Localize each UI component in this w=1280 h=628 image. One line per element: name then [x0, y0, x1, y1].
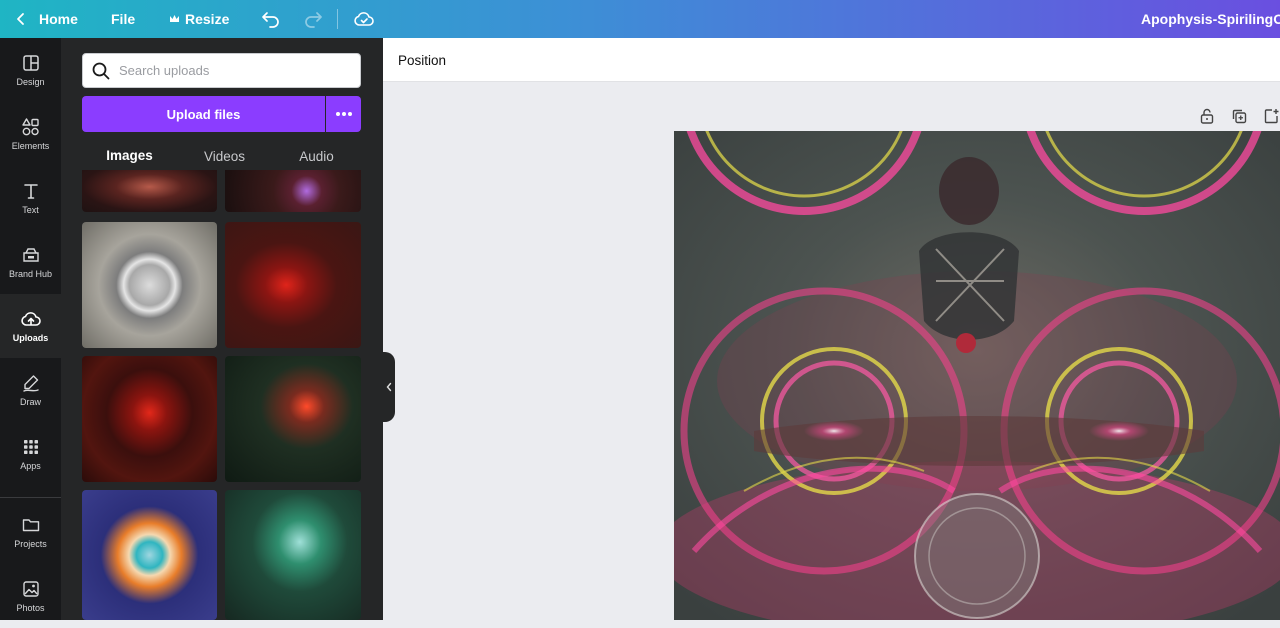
- rail-item-projects[interactable]: Projects: [0, 500, 61, 564]
- chevron-left-icon: [17, 13, 24, 25]
- position-label: Position: [398, 52, 447, 68]
- upload-thumbnail[interactable]: [225, 490, 361, 620]
- image-icon: [22, 581, 39, 597]
- brand-icon: [22, 248, 39, 262]
- left-nav-rail: Design Elements Text Brand Hub Uploads D…: [0, 38, 61, 620]
- upload-thumbnail[interactable]: [225, 170, 361, 212]
- unlock-icon: [1200, 108, 1214, 124]
- upload-files-button[interactable]: Upload files: [82, 96, 325, 132]
- rail-label-draw: Draw: [19, 397, 41, 407]
- duplicate-icon: [1232, 109, 1247, 124]
- rail-item-brand-hub[interactable]: Brand Hub: [0, 230, 61, 294]
- add-page-button[interactable]: [1262, 107, 1280, 125]
- rail-label-design: Design: [16, 77, 45, 87]
- uploads-panel: Upload files Images Videos Audio: [61, 38, 383, 620]
- save-status-button[interactable]: [353, 8, 375, 30]
- rail-label-photos: Photos: [16, 603, 45, 613]
- rail-item-design[interactable]: Design: [0, 38, 61, 102]
- rail-item-elements[interactable]: Elements: [0, 102, 61, 166]
- file-menu-button[interactable]: File: [111, 0, 135, 38]
- rail-label-apps: Apps: [20, 461, 41, 471]
- rail-label-uploads: Uploads: [12, 333, 49, 343]
- top-bar: Home File Resize Apophysis-SpirilingOut: [0, 0, 1280, 38]
- apps-grid-icon: [23, 440, 38, 454]
- add-page-icon: [1264, 109, 1279, 124]
- rail-item-text[interactable]: Text: [0, 166, 61, 230]
- collapse-panel-handle[interactable]: [383, 352, 395, 422]
- rail-label-projects: Projects: [14, 539, 47, 549]
- text-icon: [23, 184, 38, 199]
- home-label: Home: [39, 11, 78, 27]
- undo-icon: [262, 12, 279, 28]
- rail-label-elements: Elements: [11, 141, 50, 151]
- file-label: File: [111, 11, 136, 27]
- lock-page-button[interactable]: [1198, 107, 1216, 125]
- redo-icon: [305, 12, 322, 28]
- topbar-divider: [337, 9, 338, 29]
- upload-thumbnail[interactable]: [225, 222, 361, 348]
- rail-divider: [0, 497, 61, 498]
- media-tabs: Images Videos Audio: [82, 140, 361, 172]
- search-input[interactable]: [119, 63, 349, 78]
- document-title[interactable]: Apophysis-SpirilingOut: [1141, 0, 1280, 38]
- upload-thumbnail[interactable]: [82, 222, 217, 348]
- more-upload-options-button[interactable]: [326, 96, 361, 132]
- uploads-grid: [82, 170, 361, 620]
- rail-item-apps[interactable]: Apps: [0, 422, 61, 486]
- shapes-icon: [21, 118, 39, 136]
- rail-item-photos[interactable]: Photos: [0, 564, 61, 628]
- upload-files-label: Upload files: [166, 106, 241, 122]
- upload-thumbnail[interactable]: [82, 170, 217, 212]
- search-icon: [92, 62, 110, 79]
- undo-button[interactable]: [261, 9, 281, 29]
- layout-icon: [22, 55, 39, 71]
- upload-thumbnail[interactable]: [82, 356, 217, 482]
- more-horizontal-icon: [335, 112, 352, 116]
- tab-images[interactable]: Images: [82, 140, 177, 172]
- tab-videos-label: Videos: [203, 148, 246, 164]
- chevron-left-icon: [386, 382, 392, 392]
- folder-icon: [22, 519, 39, 532]
- resize-button[interactable]: Resize: [169, 0, 229, 38]
- duplicate-page-button[interactable]: [1230, 107, 1248, 125]
- tab-images-label: Images: [106, 147, 153, 163]
- pen-icon: [22, 375, 39, 392]
- search-box[interactable]: [82, 53, 361, 88]
- upload-thumbnail[interactable]: [82, 490, 217, 620]
- design-canvas[interactable]: [674, 131, 1280, 620]
- rail-label-text: Text: [22, 205, 39, 215]
- cloud-upload-icon: [20, 312, 41, 326]
- resize-label: Resize: [185, 11, 230, 27]
- cloud-saved-icon: [354, 12, 374, 26]
- redo-button[interactable]: [303, 9, 323, 29]
- rail-item-draw[interactable]: Draw: [0, 358, 61, 422]
- upload-thumbnail[interactable]: [225, 356, 361, 482]
- rail-item-uploads[interactable]: Uploads: [0, 294, 61, 358]
- tab-audio[interactable]: Audio: [272, 140, 361, 172]
- home-button[interactable]: Home: [14, 0, 78, 38]
- rail-label-brand-hub: Brand Hub: [8, 269, 53, 279]
- fractal-artwork: [674, 131, 1280, 620]
- tab-audio-label: Audio: [299, 148, 334, 164]
- tab-videos[interactable]: Videos: [177, 140, 272, 172]
- context-toolbar: Position: [383, 38, 1280, 82]
- position-button[interactable]: Position: [398, 38, 446, 82]
- crown-icon: [170, 15, 179, 22]
